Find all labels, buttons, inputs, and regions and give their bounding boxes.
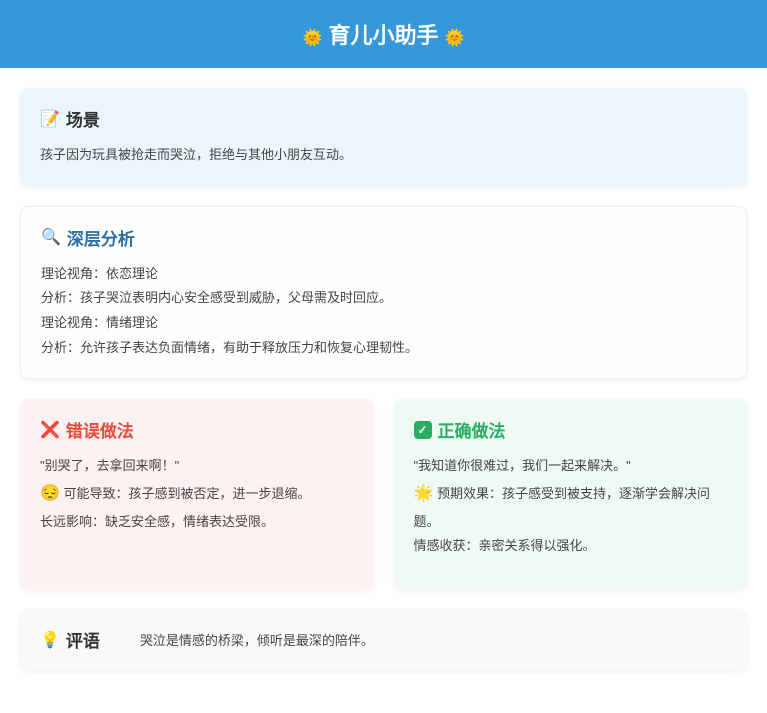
summary-text: 哭泣是情感的桥梁，倾听是最深的陪伴。 [140,630,374,649]
cross-icon: ❌ [40,420,60,440]
right-body: "我知道你很难过，我们一起来解决。" 🌟 预期效果：孩子感受到被支持，逐渐学会解… [414,454,728,558]
analysis-line: 理论视角：情绪理论 [41,311,726,336]
bulb-icon: 💡 [40,630,60,650]
sun-icon: 🌞 [302,30,322,47]
scene-text: 孩子因为玩具被抢走而哭泣，拒绝与其他小朋友互动。 [40,143,727,168]
analysis-title-row: 🔍 深层分析 [41,225,726,250]
page-header: 🌞 育儿小助手 🌞 [0,0,767,68]
right-quote: "我知道你很难过，我们一起来解决。" [414,454,728,479]
analysis-line: 分析：允许孩子表达负面情绪，有助于释放压力和恢复心理韧性。 [41,336,726,361]
wrong-title-row: ❌ 错误做法 [40,417,354,442]
wrong-card: ❌ 错误做法 "别哭了，去拿回来啊！" 😔 可能导致：孩子感到被否定，进一步退缩… [20,399,374,589]
sun-icon: 🌞 [445,30,465,47]
note-icon: 📝 [40,109,60,129]
wrong-quote: "别哭了，去拿回来啊！" [40,454,354,479]
magnifier-icon: 🔍 [41,227,61,247]
wrong-line: 长远影响：缺乏安全感，情绪表达受限。 [40,510,354,535]
wrong-title: 错误做法 [66,417,134,442]
wrong-line: 😔 可能导致：孩子感到被否定，进一步退缩。 [40,479,354,509]
wrong-line-text: 可能导致：孩子感到被否定，进一步退缩。 [64,486,311,501]
analysis-title: 深层分析 [67,225,135,250]
summary-label-row: 💡 评语 [40,627,100,652]
right-line: 🌟 预期效果：孩子感受到被支持，逐渐学会解决问题。 [414,479,728,534]
right-line-text: 预期效果：孩子感受到被支持，逐渐学会解决问题。 [414,486,711,528]
wrong-body: "别哭了，去拿回来啊！" 😔 可能导致：孩子感到被否定，进一步退缩。 长远影响：… [40,454,354,534]
scene-card: 📝 场景 孩子因为玩具被抢走而哭泣，拒绝与其他小朋友互动。 [20,88,747,186]
approach-row: ❌ 错误做法 "别哭了，去拿回来啊！" 😔 可能导致：孩子感到被否定，进一步退缩… [20,399,747,589]
right-card: ✓ 正确做法 "我知道你很难过，我们一起来解决。" 🌟 预期效果：孩子感受到被支… [394,399,748,589]
sad-icon: 😔 [40,485,60,502]
right-line: 情感收获：亲密关系得以强化。 [414,534,728,559]
summary-card: 💡 评语 哭泣是情感的桥梁，倾听是最深的陪伴。 [20,609,747,670]
check-icon: ✓ [414,421,432,439]
analysis-body: 理论视角：依恋理论 分析：孩子哭泣表明内心安全感受到威胁，父母需及时回应。 理论… [41,262,726,361]
page-title: 育儿小助手 [328,23,438,48]
analysis-card: 🔍 深层分析 理论视角：依恋理论 分析：孩子哭泣表明内心安全感受到威胁，父母需及… [20,206,747,380]
scene-title-row: 📝 场景 [40,106,727,131]
right-title: 正确做法 [438,417,506,442]
star-icon: 🌟 [414,485,434,502]
summary-label: 评语 [66,627,100,652]
content-container: 📝 场景 孩子因为玩具被抢走而哭泣，拒绝与其他小朋友互动。 🔍 深层分析 理论视… [0,68,767,690]
right-title-row: ✓ 正确做法 [414,417,728,442]
analysis-line: 分析：孩子哭泣表明内心安全感受到威胁，父母需及时回应。 [41,286,726,311]
analysis-line: 理论视角：依恋理论 [41,262,726,287]
scene-title: 场景 [66,106,100,131]
